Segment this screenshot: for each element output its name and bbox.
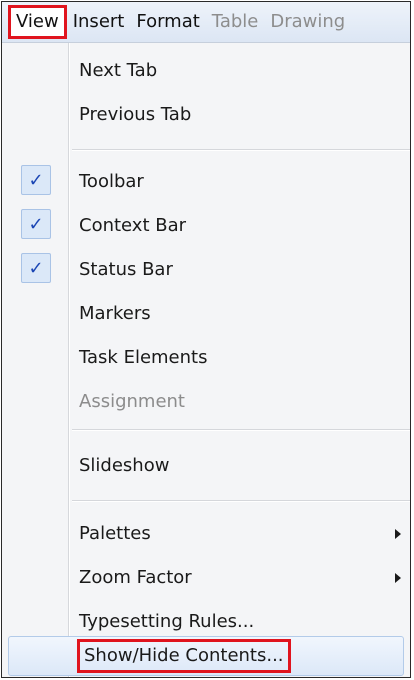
menu-item-label: Palettes — [79, 523, 151, 544]
menu-item-label: Next Tab — [79, 60, 158, 81]
menu-item-show-hide-contents[interactable]: Show/Hide Contents... — [8, 636, 404, 676]
menu-item-task-elements[interactable]: Task Elements — [2, 336, 410, 380]
menu-table: Table — [211, 11, 259, 32]
menu-item-label: Previous Tab — [79, 104, 192, 125]
menu-item-label: Toolbar — [79, 171, 144, 192]
menu-drawing: Drawing — [270, 11, 346, 32]
menu-item-markers[interactable]: Markers — [2, 292, 410, 336]
menu-item-label: Context Bar — [79, 215, 187, 236]
menu-separator — [72, 149, 410, 150]
menu-item-zoom-factor[interactable]: Zoom Factor — [2, 556, 410, 600]
view-menu-dropdown: Next Tab Previous Tab ✓ Toolbar ✓ Contex… — [2, 43, 410, 677]
menu-view[interactable]: View — [8, 5, 67, 39]
checkmark-icon: ✓ — [21, 253, 51, 283]
menu-item-label: Markers — [79, 303, 151, 324]
submenu-arrow-icon — [395, 529, 401, 539]
menu-separator — [72, 429, 410, 430]
menu-item-label: Slideshow — [79, 455, 170, 476]
menu-item-label: Typesetting Rules... — [79, 611, 255, 632]
menu-item-label: Zoom Factor — [79, 567, 192, 588]
menu-insert[interactable]: Insert — [67, 7, 131, 37]
menubar: View Insert Format Table Drawing — [2, 2, 410, 43]
menu-item-context-bar[interactable]: ✓ Context Bar — [2, 204, 410, 248]
menu-item-previous-tab[interactable]: Previous Tab — [2, 93, 410, 137]
menu-item-slideshow[interactable]: Slideshow — [2, 444, 410, 488]
checkmark-icon: ✓ — [21, 165, 51, 195]
menu-item-label: Show/Hide Contents... — [77, 639, 291, 673]
checkmark-icon: ✓ — [21, 209, 51, 239]
menu-item-assignment: Assignment — [2, 380, 410, 424]
menu-item-label: Task Elements — [79, 347, 208, 368]
menu-item-label: Assignment — [79, 391, 185, 412]
menu-item-palettes[interactable]: Palettes — [2, 512, 410, 556]
submenu-arrow-icon — [395, 573, 401, 583]
menu-item-next-tab[interactable]: Next Tab — [2, 49, 410, 93]
menu-format[interactable]: Format — [130, 7, 205, 37]
menu-separator — [72, 500, 410, 501]
menu-item-status-bar[interactable]: ✓ Status Bar — [2, 248, 410, 292]
menu-item-label: Status Bar — [79, 259, 173, 280]
menu-item-toolbar[interactable]: ✓ Toolbar — [2, 160, 410, 204]
